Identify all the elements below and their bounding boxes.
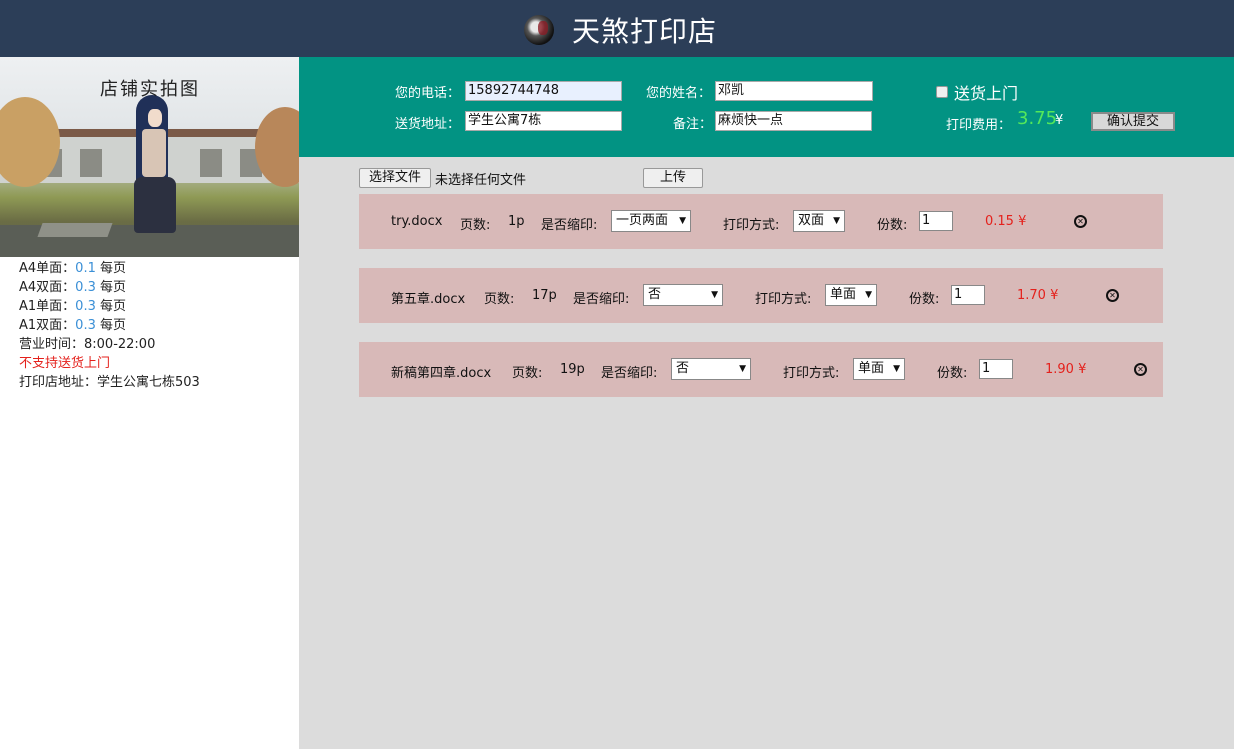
file-cost: 1.70 ¥ [1017,288,1059,303]
mode-label: 打印方式: [723,218,780,233]
phone-input[interactable]: 15892744748 [465,81,622,101]
file-name: 第五章.docx [391,292,466,307]
file-cost: 1.90 ¥ [1045,362,1087,377]
deliver-label: 送货上门 [954,84,1019,103]
dropdown-arrow-icon: ▼ [893,364,900,374]
pages-value: 1p [508,214,525,229]
dropdown-arrow-icon: ▼ [865,290,872,300]
copies-input[interactable]: 1 [951,285,985,305]
dropdown-arrow-icon: ▼ [679,216,686,226]
address-label: 送货地址： [395,117,461,132]
price-row: A4单面：0.1 每页 [19,261,127,276]
mode-select[interactable]: 单面 ▼ [825,284,877,306]
name-label: 您的姓名： [646,86,712,101]
remark-label: 备注： [673,117,713,132]
submit-button[interactable]: 确认提交 [1091,112,1175,131]
page-title: 天煞打印店 [572,15,718,48]
business-hours: 营业时间：8:00-22:00 [19,337,156,352]
fee-unit: ¥ [1055,113,1064,128]
no-file-text: 未选择任何文件 [435,172,527,188]
shop-info: A4单面：0.1 每页 A4双面：0.3 每页 A1单面：0.3 每页 A1双面… [19,259,200,392]
shrink-label: 是否缩印: [573,292,630,307]
dropdown-arrow-icon: ▼ [711,290,718,300]
sidebar: 店铺实拍图 A4单面：0.1 每页 A4双面：0.3 每页 A1单面：0.3 每… [0,57,299,749]
remove-icon[interactable]: ✕ [1134,363,1147,376]
pages-value: 17p [532,288,557,303]
pages-value: 19p [560,362,585,377]
order-form: 您的电话： 15892744748 您的姓名： 邓凯 送货地址： 学生公寓7栋 … [299,57,1234,157]
choose-file-button[interactable]: 选择文件 [359,168,431,188]
avatar-icon [524,15,554,45]
delivery-notice: 不支持送货上门 [19,356,111,371]
price-row: A4双面：0.3 每页 [19,280,127,295]
shrink-select[interactable]: 否 ▼ [643,284,723,306]
name-input[interactable]: 邓凯 [715,81,873,101]
address-input[interactable]: 学生公寓7栋 [465,111,622,131]
mode-label: 打印方式: [755,292,812,307]
shop-photo: 店铺实拍图 [0,57,299,257]
phone-label: 您的电话： [395,86,461,101]
pages-label: 页数: [484,292,515,307]
shrink-select[interactable]: 一页两面 ▼ [611,210,691,232]
file-row: try.docx 页数: 1p 是否缩印: 一页两面 ▼ 打印方式: 双面 ▼ 份数… [359,194,1163,249]
deliver-checkbox[interactable] [936,86,948,98]
brand: 天煞打印店 [524,10,717,50]
remark-input[interactable]: 麻烦快一点 [715,111,872,131]
copies-input[interactable]: 1 [919,211,953,231]
dropdown-arrow-icon: ▼ [833,216,840,226]
file-name: try.docx [391,214,443,229]
price-row: A1双面：0.3 每页 [19,318,127,333]
pages-label: 页数: [512,366,543,381]
copies-label: 份数: [877,218,908,233]
deliver-toggle[interactable]: 送货上门 [936,80,1018,104]
file-row: 第五章.docx 页数: 17p 是否缩印: 否 ▼ 打印方式: 单面 ▼ 份数: … [359,268,1163,323]
file-name: 新稿第四章.docx [391,366,492,381]
shop-address: 打印店地址：学生公寓七栋503 [19,375,200,390]
copies-label: 份数: [937,366,968,381]
file-row: 新稿第四章.docx 页数: 19p 是否缩印: 否 ▼ 打印方式: 单面 ▼ 份数… [359,342,1163,397]
top-header: 天煞打印店 [0,0,1234,57]
file-picker: 选择文件 未选择任何文件 [359,168,526,188]
copies-input[interactable]: 1 [979,359,1013,379]
dropdown-arrow-icon: ▼ [739,364,746,374]
price-row: A1单面：0.3 每页 [19,299,127,314]
mode-select[interactable]: 单面 ▼ [853,358,905,380]
mode-select[interactable]: 双面 ▼ [793,210,845,232]
remove-icon[interactable]: ✕ [1106,289,1119,302]
fee-label: 打印费用： [946,118,1012,133]
upload-button[interactable]: 上传 [643,168,703,188]
file-cost: 0.15 ¥ [985,214,1027,229]
copies-label: 份数: [909,292,940,307]
character-figure [128,95,178,245]
shrink-label: 是否缩印: [541,218,598,233]
shrink-select[interactable]: 否 ▼ [671,358,751,380]
pages-label: 页数: [460,218,491,233]
mode-label: 打印方式: [783,366,840,381]
shrink-label: 是否缩印: [601,366,658,381]
photo-caption: 店铺实拍图 [100,79,200,100]
fee-value: 3.75 [1017,108,1058,129]
remove-icon[interactable]: ✕ [1074,215,1087,228]
